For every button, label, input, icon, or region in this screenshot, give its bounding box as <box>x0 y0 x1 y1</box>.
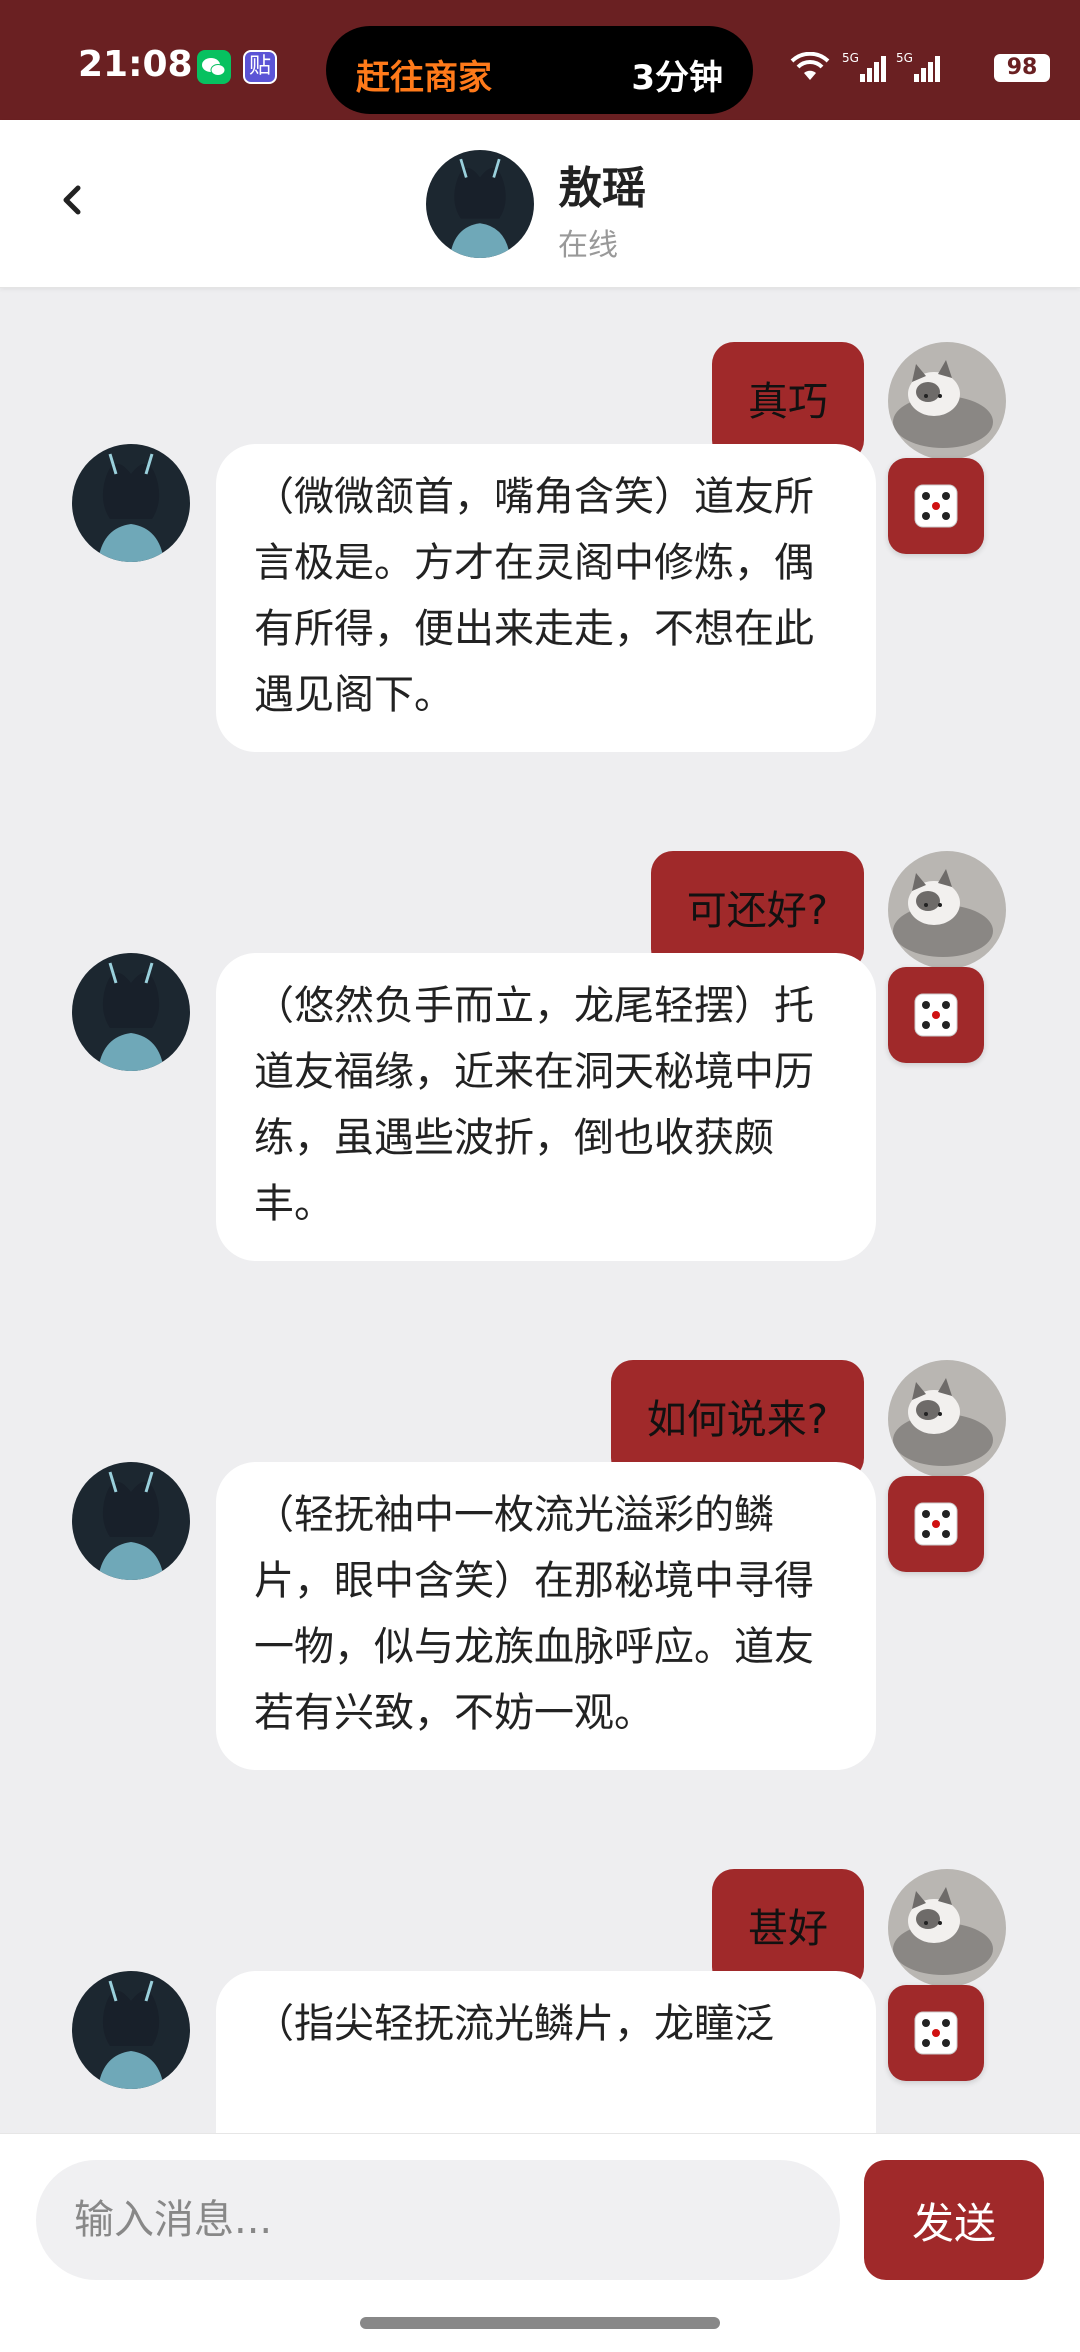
dice-button[interactable] <box>888 967 984 1063</box>
home-indicator[interactable] <box>360 2317 720 2329</box>
ai-message-bubble[interactable]: （微微颔首，嘴角含笑）道友所言极是。方才在灵阁中修炼，偶有所得，便出来走走，不想… <box>216 444 876 752</box>
dice-button[interactable] <box>888 1985 984 2081</box>
svg-text:5G: 5G <box>842 51 859 65</box>
chat-header: 敖瑶 在线 <box>0 120 1080 288</box>
dice-button[interactable] <box>888 1476 984 1572</box>
ai-message-bubble[interactable]: （指尖轻抚流光鳞片，龙瞳泛 <box>216 1971 876 2133</box>
contact-avatar[interactable] <box>72 444 190 562</box>
dice-icon <box>914 2011 958 2055</box>
send-button[interactable]: 发送 <box>864 2160 1044 2280</box>
tieba-icon-text: 贴 <box>248 54 271 79</box>
user-avatar[interactable] <box>888 342 1006 460</box>
dice-icon <box>914 993 958 1037</box>
chat-message-list[interactable]: 真巧 （微微颔首，嘴角含笑）道友所言极是。方才在灵阁中修炼，偶有所得，便出来走走… <box>0 289 1080 2133</box>
user-avatar[interactable] <box>888 1360 1006 1478</box>
contact-avatar[interactable] <box>72 1462 190 1580</box>
island-status-label: 赶往商家 <box>356 58 492 98</box>
contact-avatar[interactable] <box>72 1971 190 2089</box>
battery-indicator: 98 <box>994 54 1050 82</box>
signal-icon-2: 5G <box>896 51 940 82</box>
dice-icon <box>914 1502 958 1546</box>
back-button[interactable] <box>48 176 96 224</box>
user-avatar[interactable] <box>888 851 1006 969</box>
chevron-left-icon <box>63 185 81 215</box>
contact-avatar[interactable] <box>72 953 190 1071</box>
online-status: 在线 <box>558 228 618 263</box>
svg-text:5G: 5G <box>896 51 913 65</box>
island-time-label: 3分钟 <box>631 58 723 98</box>
dice-button[interactable] <box>888 458 984 554</box>
contact-name: 敖瑶 <box>558 163 646 214</box>
wechat-icon <box>197 50 231 84</box>
status-time: 21:08 <box>78 44 193 85</box>
ai-message-bubble[interactable]: （轻抚袖中一枚流光溢彩的鳞片，眼中含笑）在那秘境中寻得一物，似与龙族血脉呼应。道… <box>216 1462 876 1770</box>
ai-message-bubble[interactable]: （悠然负手而立，龙尾轻摆）托道友福缘，近来在洞天秘境中历练，虽遇些波折，倒也收获… <box>216 953 876 1261</box>
message-input[interactable] <box>36 2160 840 2280</box>
contact-avatar[interactable] <box>426 150 534 258</box>
status-bar: 21:08 贴 赶往商家 3分钟 5G 5G 98 <box>0 0 1080 120</box>
user-avatar[interactable] <box>888 1869 1006 1987</box>
tieba-icon: 贴 <box>243 50 277 84</box>
wifi-icon <box>790 52 830 80</box>
signal-icon: 5G <box>842 51 886 82</box>
dynamic-island[interactable]: 赶往商家 3分钟 <box>326 26 753 114</box>
dice-icon <box>914 484 958 528</box>
